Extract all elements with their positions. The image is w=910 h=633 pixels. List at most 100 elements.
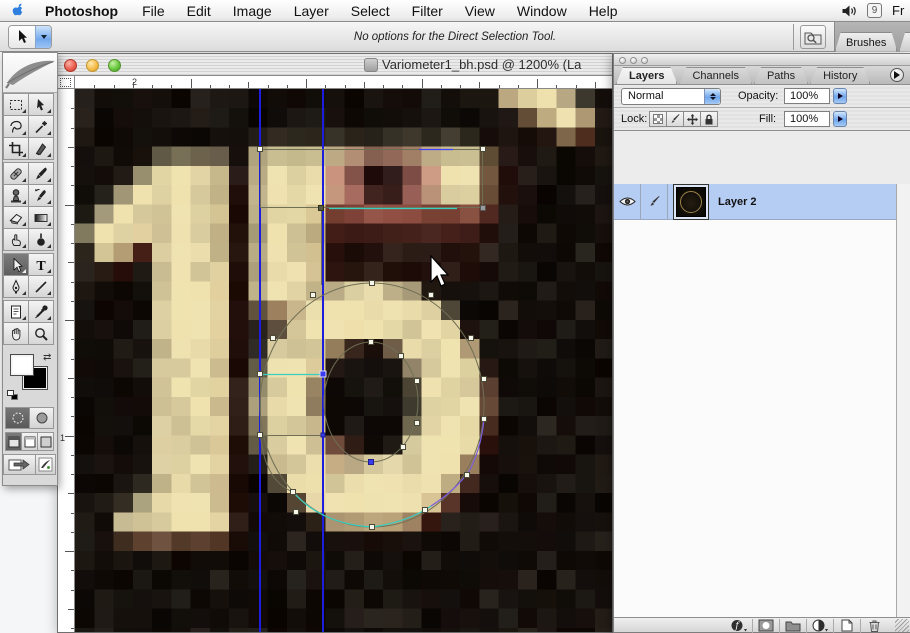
slice-tool[interactable] bbox=[28, 137, 54, 160]
palette-zoom-button[interactable] bbox=[641, 57, 648, 64]
lock-position-button[interactable] bbox=[683, 111, 701, 127]
layer-visibility-cell[interactable] bbox=[614, 184, 641, 220]
anchor-point[interactable] bbox=[401, 445, 406, 450]
menu-layer[interactable]: Layer bbox=[283, 0, 340, 22]
layer-style-button[interactable]: f bbox=[726, 619, 753, 633]
menu-photoshop[interactable]: Photoshop bbox=[34, 0, 131, 22]
palette-title-bar[interactable] bbox=[614, 54, 910, 66]
anchor-point[interactable] bbox=[370, 525, 375, 530]
imageready-icon-button[interactable] bbox=[35, 454, 56, 475]
tab-layers[interactable]: Layers bbox=[616, 67, 677, 84]
vector-path[interactable] bbox=[260, 150, 484, 528]
anchor-point[interactable] bbox=[465, 473, 470, 478]
anchor-point[interactable] bbox=[429, 293, 434, 298]
anchor-point[interactable] bbox=[319, 206, 324, 211]
gradient-tool[interactable] bbox=[28, 206, 54, 229]
close-button[interactable] bbox=[64, 59, 77, 72]
lock-image-button[interactable] bbox=[666, 111, 684, 127]
new-group-button[interactable] bbox=[780, 619, 807, 633]
apple-menu[interactable] bbox=[0, 0, 34, 22]
clone-stamp-tool[interactable] bbox=[3, 184, 29, 207]
menu-filter[interactable]: Filter bbox=[401, 0, 454, 22]
menu-file[interactable]: File bbox=[131, 0, 176, 22]
palette-resize-grip[interactable] bbox=[895, 619, 909, 632]
opacity-slider-button[interactable] bbox=[833, 88, 847, 104]
anchor-point[interactable] bbox=[271, 336, 276, 341]
menu-image[interactable]: Image bbox=[222, 0, 283, 22]
fullscreen-mode-button[interactable] bbox=[37, 432, 54, 451]
anchor-point[interactable] bbox=[370, 281, 375, 286]
standard-screen-mode-button[interactable] bbox=[5, 432, 22, 451]
ruler-origin-corner[interactable] bbox=[58, 76, 75, 89]
layer-thumbnail[interactable] bbox=[674, 185, 708, 219]
layer-row[interactable]: Layer 2 bbox=[614, 184, 897, 220]
menu-edit[interactable]: Edit bbox=[176, 0, 222, 22]
minimize-button[interactable] bbox=[86, 59, 99, 72]
new-layer-button[interactable] bbox=[834, 619, 861, 633]
document-title-bar[interactable]: Variometer1_bh.psd @ 1200% (La bbox=[58, 54, 612, 76]
zoom-tool[interactable] bbox=[28, 322, 54, 345]
healing-brush-tool[interactable] bbox=[3, 162, 29, 185]
palette-minimize-button[interactable] bbox=[630, 57, 637, 64]
anchor-point[interactable] bbox=[482, 377, 487, 382]
palette-well-tab-brushes[interactable]: Brushes bbox=[835, 32, 897, 52]
adjustment-layer-button[interactable] bbox=[807, 619, 834, 633]
blend-mode-stepper[interactable] bbox=[704, 89, 720, 104]
hand-tool[interactable] bbox=[3, 322, 29, 345]
anchor-point[interactable] bbox=[423, 508, 428, 513]
vertical-ruler[interactable]: 1 bbox=[58, 89, 75, 633]
history-brush-tool[interactable] bbox=[28, 184, 54, 207]
classic-environment-icon[interactable]: 9 bbox=[867, 3, 882, 18]
layer-list-scrollbar[interactable] bbox=[896, 184, 910, 617]
lock-all-button[interactable] bbox=[700, 111, 718, 127]
swap-colors-icon[interactable]: ⇄ bbox=[43, 352, 51, 363]
notes-tool[interactable] bbox=[3, 300, 29, 323]
standard-mode-button[interactable] bbox=[5, 407, 30, 429]
layer-edit-indicator-cell[interactable] bbox=[641, 184, 668, 220]
anchor-point[interactable] bbox=[311, 293, 316, 298]
anchor-point[interactable] bbox=[481, 206, 486, 211]
horizontal-ruler[interactable]: 2 bbox=[75, 76, 613, 89]
magic-wand-tool[interactable] bbox=[28, 115, 54, 138]
tab-paths[interactable]: Paths bbox=[754, 67, 808, 84]
anchor-point[interactable] bbox=[399, 354, 404, 359]
volume-icon[interactable] bbox=[841, 4, 857, 18]
tool-preset-dropdown[interactable] bbox=[35, 26, 51, 48]
anchor-point[interactable] bbox=[482, 417, 487, 422]
file-browser-button[interactable] bbox=[800, 25, 826, 49]
fullscreen-with-menu-button[interactable] bbox=[21, 432, 38, 451]
default-colors-icon[interactable] bbox=[7, 390, 19, 401]
path-anchor-points[interactable] bbox=[258, 147, 487, 530]
menu-window[interactable]: Window bbox=[506, 0, 578, 22]
toolbox-header[interactable] bbox=[3, 53, 57, 93]
anchor-point[interactable] bbox=[294, 510, 299, 515]
anchor-point[interactable] bbox=[369, 340, 374, 345]
rectangular-marquee-tool[interactable] bbox=[3, 93, 29, 116]
brush-tool[interactable] bbox=[28, 162, 54, 185]
anchor-point[interactable] bbox=[415, 379, 420, 384]
palette-well-tab-layer-comps[interactable]: Lay bbox=[899, 32, 910, 52]
delete-layer-button[interactable] bbox=[861, 619, 888, 633]
direct-selection-tool[interactable] bbox=[3, 253, 29, 276]
lasso-tool[interactable] bbox=[3, 115, 29, 138]
add-layer-mask-button[interactable] bbox=[753, 619, 780, 633]
pen-tool[interactable] bbox=[3, 275, 29, 298]
eyedropper-tool[interactable] bbox=[28, 300, 54, 323]
zoom-button[interactable] bbox=[108, 59, 121, 72]
palette-menu-button[interactable] bbox=[890, 68, 904, 82]
jump-to-imageready-button[interactable] bbox=[3, 454, 36, 475]
anchor-point[interactable] bbox=[369, 460, 374, 465]
blend-mode-select[interactable]: Normal bbox=[621, 88, 721, 105]
lock-transparency-button[interactable] bbox=[649, 111, 667, 127]
move-tool[interactable] bbox=[28, 93, 54, 116]
smudge-tool[interactable] bbox=[3, 228, 29, 251]
tab-history[interactable]: History bbox=[810, 67, 870, 84]
menu-help[interactable]: Help bbox=[578, 0, 629, 22]
anchor-point[interactable] bbox=[320, 371, 326, 377]
anchor-point[interactable] bbox=[258, 433, 263, 438]
anchor-point[interactable] bbox=[258, 372, 263, 377]
anchor-point[interactable] bbox=[258, 147, 263, 152]
line-tool[interactable] bbox=[28, 275, 54, 298]
menu-view[interactable]: View bbox=[454, 0, 506, 22]
type-tool[interactable]: T bbox=[28, 253, 54, 276]
